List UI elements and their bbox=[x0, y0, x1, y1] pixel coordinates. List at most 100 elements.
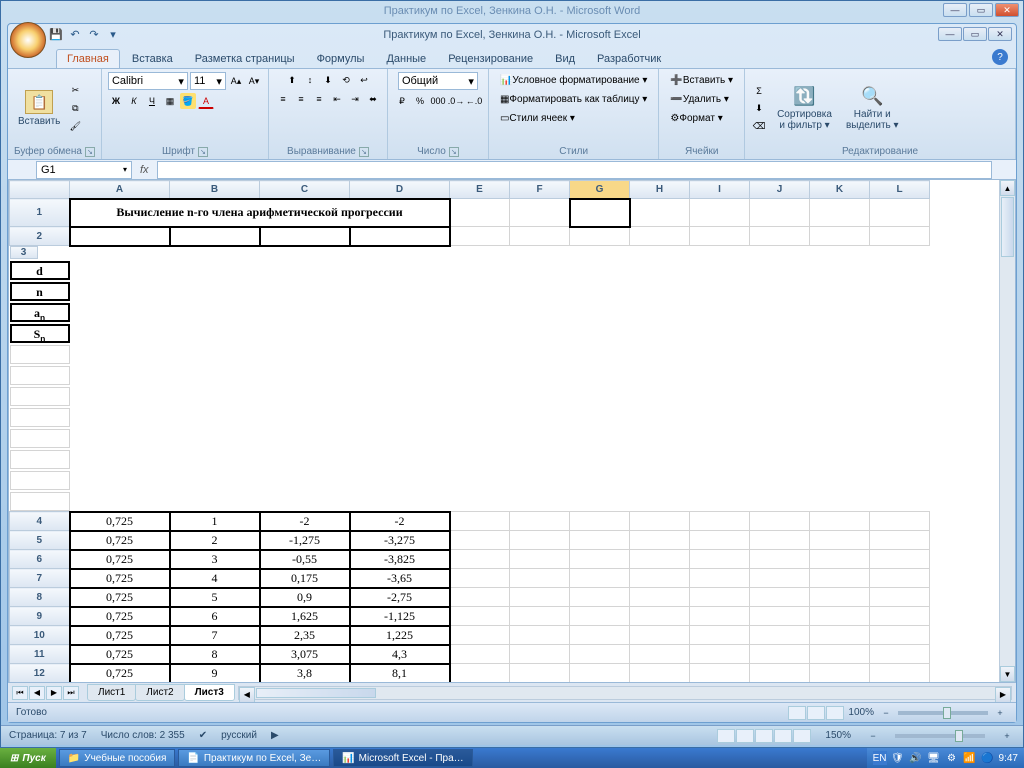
cell-L3[interactable] bbox=[10, 492, 70, 511]
clipboard-launcher[interactable]: ↘ bbox=[85, 147, 95, 157]
tray-icon-2[interactable]: 🔊 bbox=[909, 751, 923, 765]
scroll-down-button[interactable]: ▼ bbox=[1000, 666, 1015, 682]
view-layout-button[interactable] bbox=[807, 706, 825, 720]
cell-F5[interactable] bbox=[510, 531, 570, 550]
cell-L10[interactable] bbox=[870, 626, 930, 645]
indent-dec-icon[interactable]: ⇤ bbox=[329, 91, 345, 107]
cell-D4[interactable]: -2 bbox=[350, 512, 450, 531]
taskbar-item-excel[interactable]: 📊 Microsoft Excel - Пра… bbox=[333, 749, 472, 767]
view-pagebreak-button[interactable] bbox=[826, 706, 844, 720]
cell-F3[interactable] bbox=[10, 366, 70, 385]
tab-home[interactable]: Главная bbox=[56, 49, 120, 68]
number-launcher[interactable]: ↘ bbox=[449, 147, 459, 157]
cell-E12[interactable] bbox=[450, 664, 510, 683]
font-name-select[interactable]: Calibri▾ bbox=[108, 72, 188, 90]
tab-review[interactable]: Рецензирование bbox=[438, 50, 543, 68]
scroll-thumb[interactable] bbox=[1001, 197, 1014, 257]
cell-I3[interactable] bbox=[10, 429, 70, 448]
inc-decimal-icon[interactable]: .0→ bbox=[448, 93, 464, 109]
cut-icon[interactable]: ✂ bbox=[67, 83, 83, 99]
cell-L7[interactable] bbox=[870, 569, 930, 588]
format-painter-icon[interactable]: 🖌 bbox=[67, 119, 83, 135]
tab-developer[interactable]: Разработчик bbox=[587, 50, 671, 68]
cell-H8[interactable] bbox=[630, 588, 690, 607]
cell-B6[interactable]: 3 bbox=[170, 550, 260, 569]
delete-cells-button[interactable]: ➖ Удалить ▾ bbox=[665, 91, 733, 108]
cell-D7[interactable]: -3,65 bbox=[350, 569, 450, 588]
cell-G4[interactable] bbox=[570, 512, 630, 531]
cell-E10[interactable] bbox=[450, 626, 510, 645]
row-header-4[interactable]: 4 bbox=[10, 512, 70, 531]
cell-H1[interactable] bbox=[630, 199, 690, 227]
cell-L1[interactable] bbox=[870, 199, 930, 227]
excel-restore-button[interactable]: ▭ bbox=[963, 27, 987, 41]
word-view-draft[interactable] bbox=[793, 729, 811, 743]
cell-L8[interactable] bbox=[870, 588, 930, 607]
tray-icon-1[interactable]: 🛡 bbox=[891, 751, 905, 765]
shrink-font-icon[interactable]: A▾ bbox=[246, 73, 262, 89]
cell-J3[interactable] bbox=[10, 450, 70, 469]
lang-indicator[interactable]: EN bbox=[873, 751, 887, 765]
italic-button[interactable]: К bbox=[126, 93, 142, 109]
cell-K10[interactable] bbox=[810, 626, 870, 645]
comma-icon[interactable]: 000 bbox=[430, 93, 446, 109]
row-header-7[interactable]: 7 bbox=[10, 569, 70, 588]
word-close-button[interactable]: ✕ bbox=[995, 3, 1019, 17]
view-normal-button[interactable] bbox=[788, 706, 806, 720]
cell-I2[interactable] bbox=[690, 227, 750, 246]
wrap-text-icon[interactable]: ↩ bbox=[356, 72, 372, 88]
cell-E7[interactable] bbox=[450, 569, 510, 588]
start-button[interactable]: ⊞ Пуск bbox=[0, 748, 56, 768]
cell-L11[interactable] bbox=[870, 645, 930, 664]
cell-A8[interactable]: 0,725 bbox=[70, 588, 170, 607]
cell-I12[interactable] bbox=[690, 664, 750, 683]
col-header-G[interactable]: G bbox=[570, 181, 630, 199]
cell-F12[interactable] bbox=[510, 664, 570, 683]
cell-G5[interactable] bbox=[570, 531, 630, 550]
cell-G9[interactable] bbox=[570, 607, 630, 626]
hscroll-left[interactable]: ◀ bbox=[239, 687, 255, 703]
cell-F8[interactable] bbox=[510, 588, 570, 607]
cell-F10[interactable] bbox=[510, 626, 570, 645]
select-all-corner[interactable] bbox=[10, 181, 70, 199]
tray-icon-4[interactable]: ⚙ bbox=[945, 751, 959, 765]
macro-icon[interactable]: ▶ bbox=[271, 730, 279, 741]
word-view-outline[interactable] bbox=[774, 729, 792, 743]
cell-F4[interactable] bbox=[510, 512, 570, 531]
cell-C6[interactable]: -0,55 bbox=[260, 550, 350, 569]
word-view-web[interactable] bbox=[755, 729, 773, 743]
cell-A9[interactable]: 0,725 bbox=[70, 607, 170, 626]
cell-E1[interactable] bbox=[450, 199, 510, 227]
cell-J2[interactable] bbox=[750, 227, 810, 246]
tray-icon-3[interactable]: 🖥 bbox=[927, 751, 941, 765]
word-zoom-in[interactable]: + bbox=[999, 728, 1015, 744]
cell-G12[interactable] bbox=[570, 664, 630, 683]
merge-icon[interactable]: ⬌ bbox=[365, 91, 381, 107]
cell-D9[interactable]: -1,125 bbox=[350, 607, 450, 626]
col-header-J[interactable]: J bbox=[750, 181, 810, 199]
cell-K7[interactable] bbox=[810, 569, 870, 588]
tray-icon-5[interactable]: 📶 bbox=[963, 751, 977, 765]
copy-icon[interactable]: ⧉ bbox=[67, 101, 83, 117]
sheet-tab-1[interactable]: Лист1 bbox=[87, 684, 136, 701]
grid[interactable]: ABCDEFGHIJKL1Вычисление n-го члена арифм… bbox=[9, 180, 999, 682]
cell-I1[interactable] bbox=[690, 199, 750, 227]
word-view-read[interactable] bbox=[736, 729, 754, 743]
cell-A6[interactable]: 0,725 bbox=[70, 550, 170, 569]
cell-I4[interactable] bbox=[690, 512, 750, 531]
cell-H10[interactable] bbox=[630, 626, 690, 645]
cell-J5[interactable] bbox=[750, 531, 810, 550]
office-button[interactable] bbox=[10, 22, 46, 58]
grow-font-icon[interactable]: A▴ bbox=[228, 73, 244, 89]
cell-H12[interactable] bbox=[630, 664, 690, 683]
cell-K6[interactable] bbox=[810, 550, 870, 569]
word-zoom-out[interactable]: − bbox=[865, 728, 881, 744]
align-bottom-icon[interactable]: ⬇ bbox=[320, 72, 336, 88]
cell-C8[interactable]: 0,9 bbox=[260, 588, 350, 607]
font-launcher[interactable]: ↘ bbox=[198, 147, 208, 157]
cell-C2[interactable] bbox=[260, 227, 350, 246]
cell-E5[interactable] bbox=[450, 531, 510, 550]
row-header-1[interactable]: 1 bbox=[10, 199, 70, 227]
cell-A12[interactable]: 0,725 bbox=[70, 664, 170, 683]
cell-C3[interactable]: an bbox=[10, 303, 70, 322]
